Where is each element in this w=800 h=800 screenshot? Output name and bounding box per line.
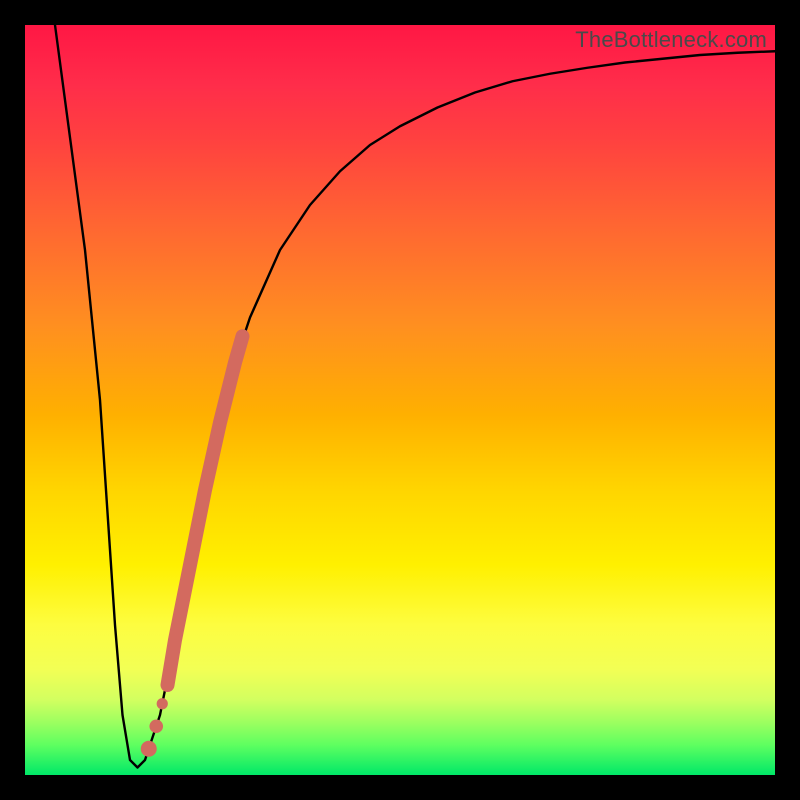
highlight-band [168, 336, 243, 685]
highlight-dot [141, 741, 157, 757]
plot-area: TheBottleneck.com [25, 25, 775, 775]
bottleneck-curve [55, 25, 775, 768]
highlight-dot [149, 719, 163, 733]
highlight-dots [141, 698, 168, 757]
highlight-dot [157, 698, 168, 709]
curve-layer [25, 25, 775, 775]
chart-frame: TheBottleneck.com [0, 0, 800, 800]
